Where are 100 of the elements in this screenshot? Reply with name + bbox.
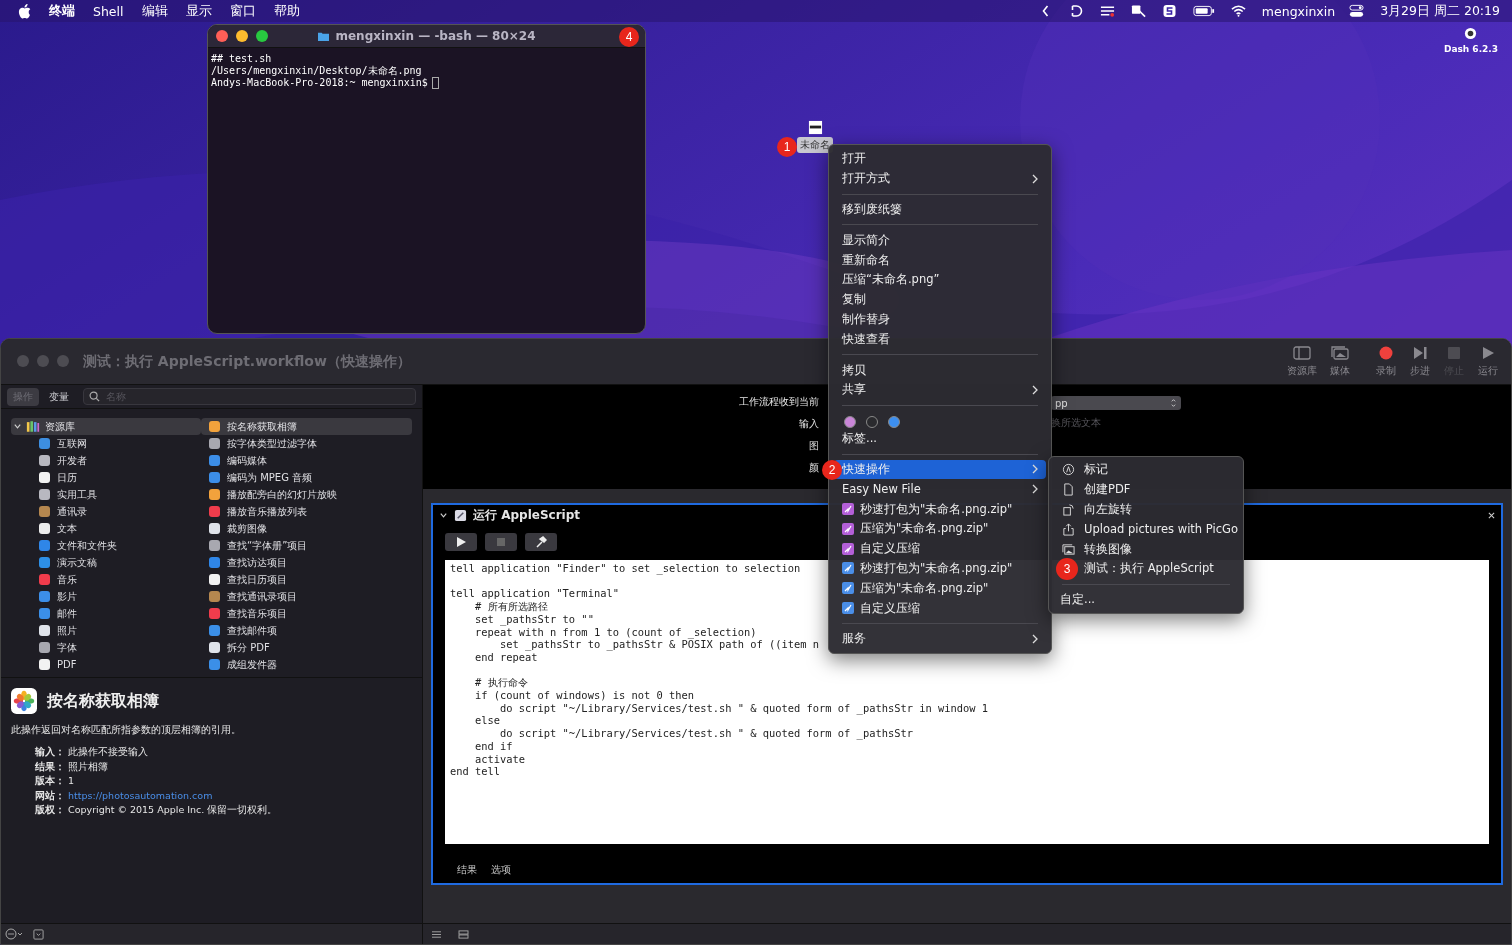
minimize-button[interactable] [236, 30, 248, 42]
menu-item[interactable]: 复制 [834, 289, 1046, 310]
action-item[interactable]: 编码媒体 [201, 452, 412, 469]
smiley-icon[interactable] [5, 928, 25, 940]
menu-item[interactable]: 快速查看 [834, 329, 1046, 350]
library-item[interactable]: 文本 [11, 520, 201, 537]
flow-view-icon[interactable] [458, 929, 469, 939]
menu-item[interactable]: 重新命名 [834, 250, 1046, 270]
menu-item[interactable]: 标记 [1054, 460, 1238, 480]
date-time[interactable]: 3月29日 周二 20:19 [1380, 2, 1500, 20]
battery-icon[interactable] [1192, 4, 1215, 18]
menu-item[interactable]: 显示简介 [834, 230, 1046, 251]
popup-button[interactable]: pp [1051, 396, 1181, 410]
action-item[interactable]: 查找通讯录项目 [201, 588, 412, 605]
menu-item[interactable]: 移到废纸篓 [834, 199, 1046, 220]
tab[interactable]: 变量 [43, 387, 75, 406]
library-item[interactable]: 文件和文件夹 [11, 537, 201, 554]
menu-item[interactable]: 自定义压缩 [834, 538, 1046, 559]
menu-item[interactable]: 向左旋转 [1054, 499, 1238, 520]
library-item[interactable]: 互联网 [11, 435, 201, 452]
library-item[interactable]: 影片 [11, 588, 201, 605]
close-icon[interactable] [1488, 511, 1495, 519]
library-item[interactable]: 演示文稿 [11, 554, 201, 571]
action-item[interactable]: 编码为 MPEG 音频 [201, 469, 412, 486]
tag-dot[interactable] [866, 415, 878, 428]
action-item[interactable]: 按名称获取相簿 [201, 418, 412, 435]
menu-item[interactable]: Easy New File [834, 479, 1046, 500]
menu-item[interactable]: 制作替身 [834, 309, 1046, 330]
action-item[interactable]: 查找日历项目 [201, 571, 412, 588]
run-button[interactable] [445, 533, 477, 551]
code-line: # 所有所选路径 [474, 600, 548, 613]
library-item[interactable]: 资源库 [11, 418, 201, 435]
dash-icon[interactable] [1464, 27, 1478, 40]
toolbar-button[interactable]: 录制 [1371, 345, 1401, 378]
tab[interactable]: 选项 [487, 864, 515, 877]
disclosure-icon[interactable] [13, 422, 22, 431]
menu-item[interactable]: 创建PDF [1054, 479, 1238, 500]
action-item[interactable]: 裁剪图像 [201, 520, 412, 537]
toolbar-button[interactable]: 资源库 [1283, 345, 1321, 378]
menu-item[interactable]: 3 测试：执行 AppleScript [1054, 559, 1238, 579]
action-item[interactable]: 播放音乐播放列表 [201, 503, 412, 520]
menu-bar-item[interactable]: Shell [93, 3, 124, 19]
list-icon[interactable] [1099, 4, 1115, 18]
menu-item[interactable]: 转换图像 [1054, 539, 1238, 559]
menu-bar-item[interactable]: 帮助 [273, 2, 300, 20]
menu-item[interactable]: 拷贝 [834, 360, 1046, 380]
library-item[interactable]: 通讯录 [11, 503, 201, 520]
library-item[interactable]: 实用工具 [11, 486, 201, 503]
tag-dot[interactable] [844, 415, 856, 428]
menu-item[interactable]: 打开 [834, 149, 1046, 169]
tab[interactable]: 结果 [453, 864, 481, 877]
box-icon[interactable] [33, 928, 44, 940]
compile-button[interactable] [525, 533, 557, 551]
action-item[interactable]: 按字体类型过滤字体 [201, 435, 412, 452]
control-center-icon[interactable] [1349, 4, 1365, 18]
action-item[interactable]: 查找音乐项目 [201, 605, 412, 622]
toolbar-button[interactable]: 步进 [1405, 345, 1435, 378]
menu-item[interactable]: 打开方式 [834, 168, 1046, 189]
list-view-icon[interactable] [431, 929, 442, 939]
menu-item[interactable]: 压缩为"未命名.png.zip" [834, 518, 1046, 539]
action-item[interactable]: 查找访达项目 [201, 554, 412, 571]
library-item[interactable]: PDF [11, 656, 201, 673]
action-item[interactable]: 播放配旁白的幻灯片放映 [201, 486, 412, 503]
zoom-button[interactable] [256, 30, 268, 42]
wifi-icon[interactable] [1230, 4, 1246, 18]
toolbar-button[interactable]: 运行 [1473, 345, 1503, 378]
action-item[interactable]: 查找“字体册”项目 [201, 537, 412, 554]
close-button[interactable] [216, 30, 228, 42]
library-item[interactable]: 照片 [11, 622, 201, 639]
library-item[interactable]: 日历 [11, 469, 201, 486]
library-item[interactable]: 字体 [11, 639, 201, 656]
menu-item[interactable]: 自定... [1054, 589, 1238, 610]
menu-item[interactable]: 共享 [834, 379, 1046, 400]
menu-item[interactable]: Upload pictures with PicGo [1054, 519, 1238, 540]
menu-item[interactable]: 秒速打包为"未命名.png.zip" [834, 558, 1046, 579]
stop-button[interactable] [485, 533, 517, 551]
menu-item[interactable]: 标签... [834, 428, 1046, 449]
code-line: tell application "Terminal" [450, 587, 619, 601]
menu-item[interactable]: 压缩“未命名.png” [834, 270, 1046, 290]
menu-bar-item[interactable]: 编辑 [141, 2, 168, 20]
action-item[interactable]: 查找邮件项 [201, 622, 412, 639]
library-item[interactable]: 音乐 [11, 571, 201, 588]
action-item[interactable]: 成组发件器 [201, 656, 412, 673]
tag-dot[interactable] [888, 415, 900, 428]
action-item[interactable]: 拆分 PDF [201, 639, 412, 656]
user-name[interactable]: mengxinxin [1261, 3, 1336, 19]
menu-bar-item[interactable]: 终端 [49, 2, 75, 20]
code-editor[interactable] [445, 560, 1489, 844]
menu-item[interactable]: 压缩为"未命名.png.zip" [834, 578, 1046, 599]
website-link[interactable]: https://photosautomation.com [68, 789, 213, 801]
menu-item[interactable]: 服务 [834, 628, 1046, 649]
menu-bar-item[interactable]: 窗口 [229, 2, 256, 20]
menu-bar-item[interactable]: 显示 [185, 2, 212, 20]
menu-item[interactable]: 秒速打包为"未命名.png.zip" [834, 499, 1046, 519]
library-item[interactable]: 邮件 [11, 605, 201, 622]
library-item[interactable]: 开发者 [11, 452, 201, 469]
apple-icon[interactable] [18, 3, 31, 19]
toolbar-button[interactable]: 媒体 [1325, 345, 1355, 378]
file-name[interactable]: 未命名 [797, 137, 833, 153]
menu-item[interactable]: 自定义压缩 [834, 598, 1046, 618]
